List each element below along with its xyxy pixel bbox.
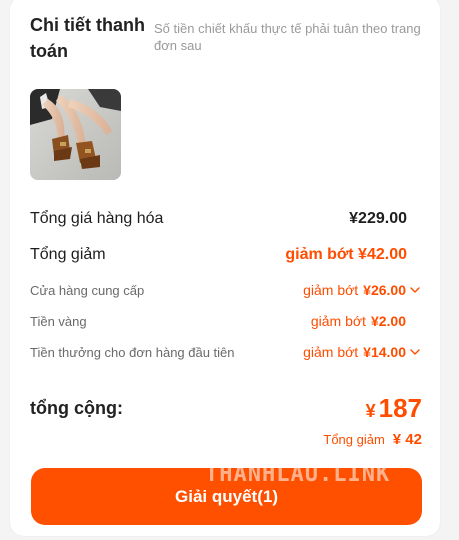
chevron-down-icon bbox=[410, 287, 420, 293]
discount-amount: ¥2.00 bbox=[370, 313, 406, 329]
discount-prefix: giảm bớt bbox=[303, 282, 359, 298]
grand-total-amount: 187 bbox=[378, 393, 422, 423]
discount-label: Cửa hàng cung cấp bbox=[30, 282, 145, 298]
payment-details-card bbox=[10, 0, 440, 536]
goods-total-label: Tổng giá hàng hóa bbox=[30, 210, 164, 227]
discount-value: giảm bớt ¥14.00 bbox=[303, 344, 422, 360]
discount-row-first-order[interactable]: Tiền thưởng cho đơn hàng đầu tiên giảm b… bbox=[30, 344, 422, 360]
chevron-down-icon bbox=[410, 349, 420, 355]
total-discount-label: Tổng giảm bbox=[30, 246, 106, 263]
discount-value: giảm bớt ¥2.00 bbox=[311, 313, 406, 329]
grand-total-label: tổng cộng: bbox=[30, 398, 123, 418]
product-thumbnail[interactable] bbox=[30, 89, 121, 180]
currency-symbol: ¥ bbox=[365, 401, 376, 421]
total-discount-row: Tổng giảm giảm bớt ¥42.00 bbox=[30, 246, 422, 264]
watermark-text: THANHLAU.LINK bbox=[205, 462, 391, 487]
goods-total-row: Tổng giá hàng hóa ¥229.00 bbox=[30, 210, 422, 228]
discount-amount: ¥14.00 bbox=[363, 344, 406, 360]
grand-total-value: ¥ 187 bbox=[366, 393, 422, 424]
discount-prefix: giảm bớt bbox=[310, 313, 366, 329]
discount-row-gold-coins: Tiền vàng giảm bớt ¥2.00 bbox=[30, 313, 422, 329]
total-discount-value: giảm bớt ¥42.00 bbox=[285, 246, 407, 263]
saving-label: Tổng giảm bbox=[323, 432, 385, 447]
goods-total-value: ¥229.00 bbox=[349, 210, 407, 227]
discount-label: Tiền vàng bbox=[30, 313, 87, 329]
total-saving: Tổng giảm ¥ 42 bbox=[323, 431, 422, 448]
discount-prefix: giảm bớt bbox=[303, 344, 359, 360]
page-title: Chi tiết thanh toán bbox=[30, 15, 145, 61]
discount-amount: ¥26.00 bbox=[363, 282, 406, 298]
discount-note: Số tiền chiết khấu thực tế phải tuân the… bbox=[154, 21, 421, 53]
saving-amount: ¥ 42 bbox=[392, 431, 422, 448]
discount-row-shop[interactable]: Cửa hàng cung cấp giảm bớt ¥26.00 bbox=[30, 282, 422, 298]
discount-value: giảm bớt ¥26.00 bbox=[303, 282, 422, 298]
sandal-product-photo-icon bbox=[30, 89, 121, 180]
discount-label: Tiền thưởng cho đơn hàng đầu tiên bbox=[30, 344, 235, 360]
